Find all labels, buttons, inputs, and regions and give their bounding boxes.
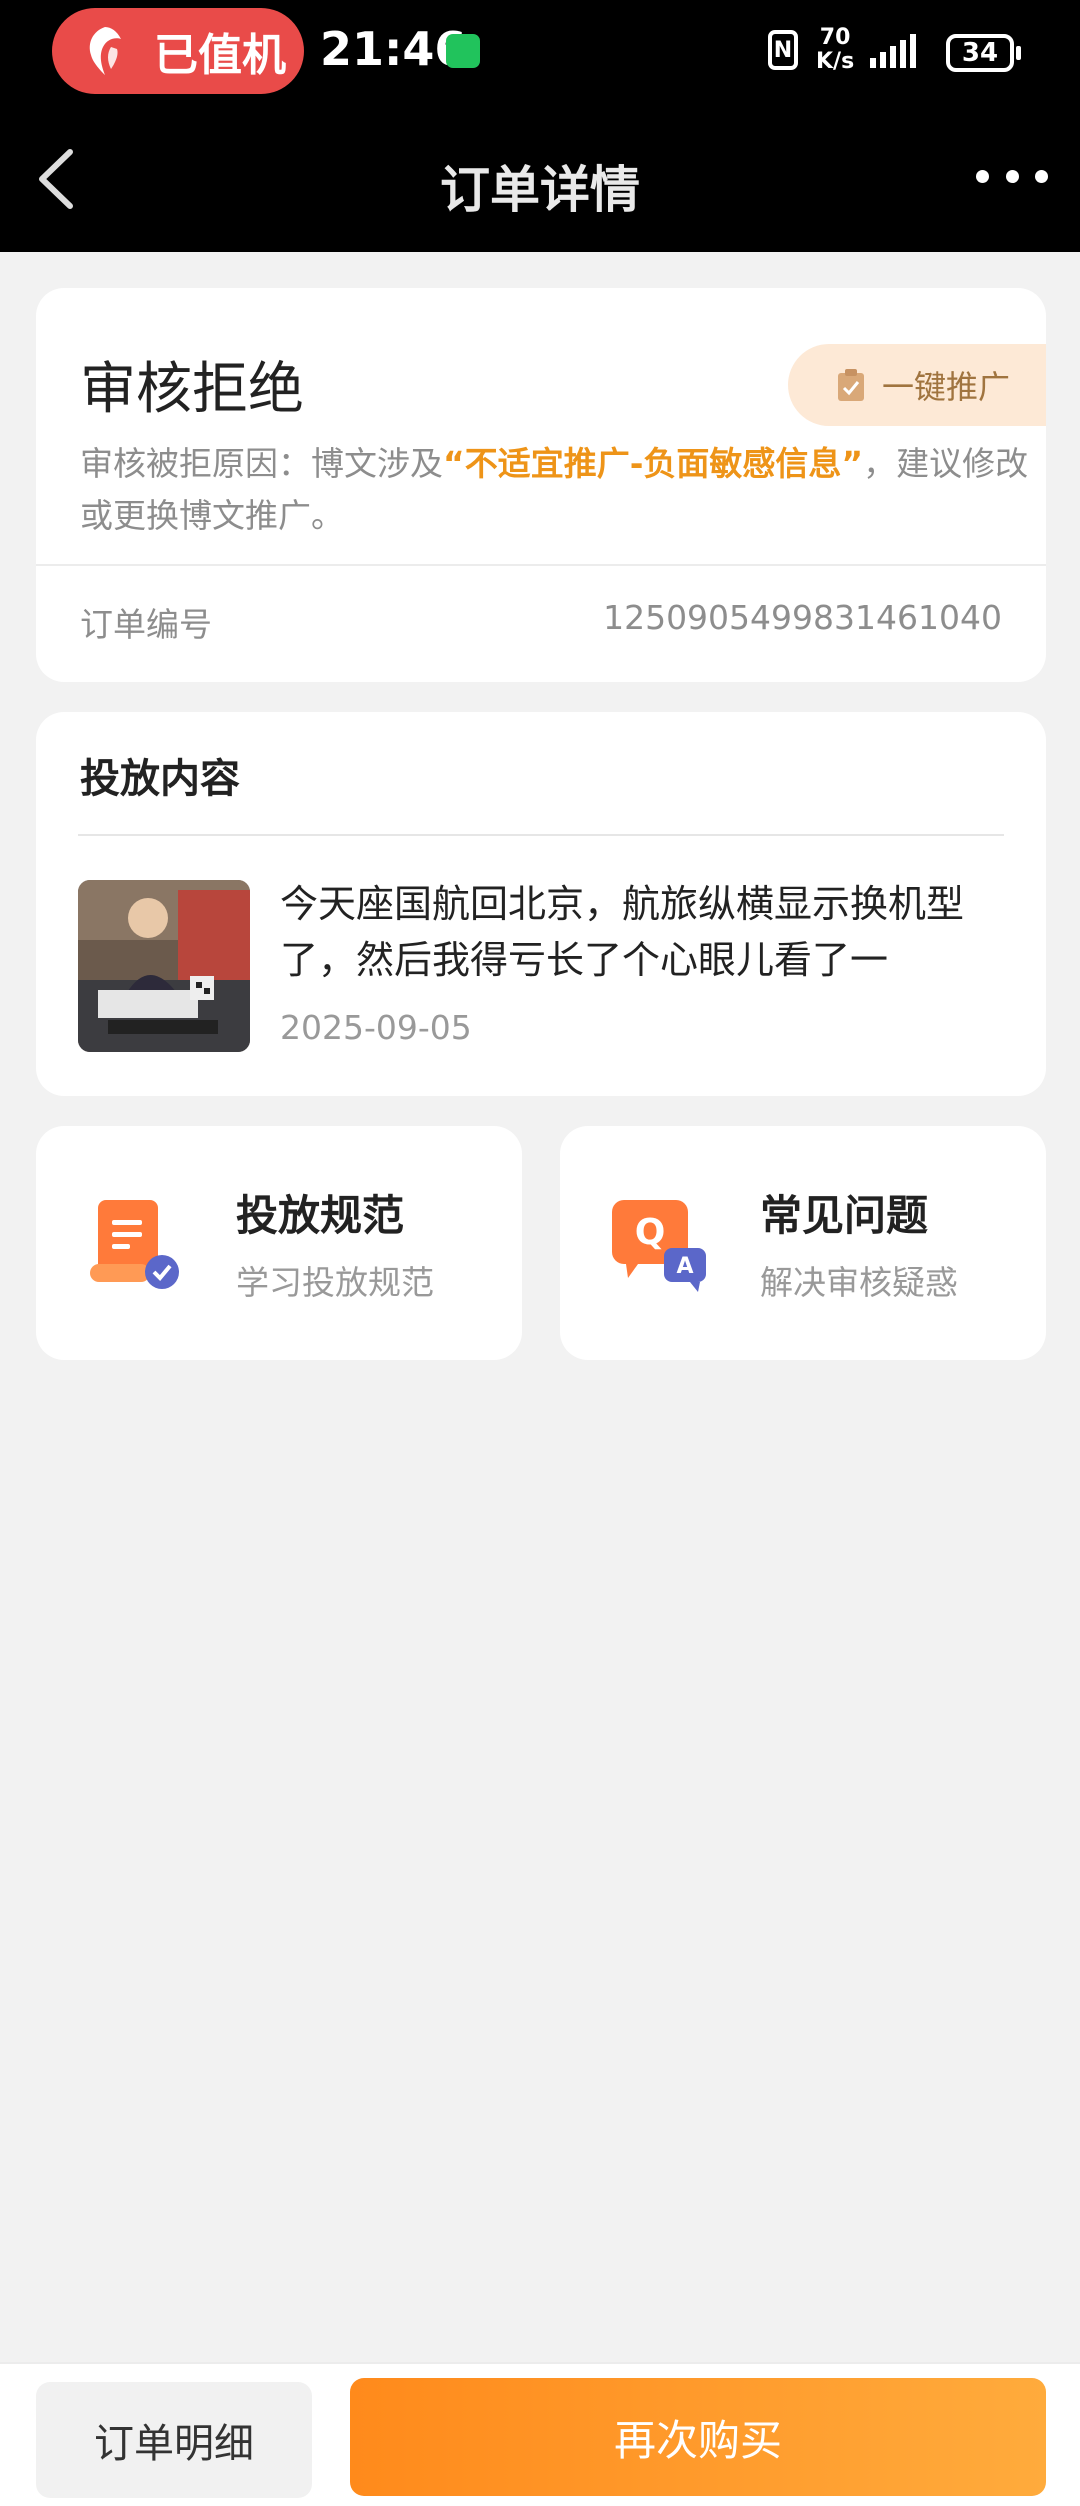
bottom-action-bar: 订单明细 再次购买 xyxy=(0,2362,1080,2506)
post-text[interactable]: 今天座国航回北京，航旅纵横显示换机型了，然后我得亏长了个心眼儿看了一 xyxy=(280,876,1010,988)
reason-prefix: 审核被拒原因：博文涉及 xyxy=(80,444,443,483)
promote-label: 一键推广 xyxy=(882,368,1011,406)
divider xyxy=(36,564,1046,566)
status-title: 审核拒绝 xyxy=(80,357,304,422)
wechat-icon xyxy=(446,34,480,68)
battery-icon: 34 xyxy=(946,34,1014,72)
airline-checkin-pill[interactable]: 已值机 xyxy=(52,8,304,94)
divider xyxy=(78,834,1004,836)
faq-subtitle: 解决审核疑惑 xyxy=(760,1263,958,1302)
airline-logo-icon xyxy=(70,16,140,86)
qa-bubble-icon: Q A xyxy=(612,1200,706,1292)
clock: 21:46 xyxy=(320,22,467,76)
clipboard-check-icon xyxy=(838,369,864,401)
buy-again-button[interactable]: 再次购买 xyxy=(350,2378,1046,2496)
reason-highlight: “不适宜推广-负面敏感信息” xyxy=(443,444,864,483)
faq-card[interactable]: Q A 常见问题 解决审核疑惑 xyxy=(560,1126,1046,1360)
guidelines-card[interactable]: 投放规范 学习投放规范 xyxy=(36,1126,522,1360)
svg-text:Q: Q xyxy=(635,1212,666,1253)
airline-label: 已值机 xyxy=(154,30,286,81)
post-thumbnail[interactable] xyxy=(78,880,250,1052)
post-date: 2025-09-05 xyxy=(280,1008,472,1047)
order-status-card: 审核拒绝 一键推广 审核被拒原因：博文涉及“不适宜推广-负面敏感信息”，建议修改… xyxy=(36,288,1046,682)
nfc-icon: N xyxy=(768,30,798,70)
document-check-icon xyxy=(90,1200,179,1289)
network-speed: 70 K/s xyxy=(816,26,854,74)
guidelines-title: 投放规范 xyxy=(236,1191,405,1240)
status-bar: 已值机 21:46 N 70 K/s 34 xyxy=(0,0,1080,104)
page-title: 订单详情 xyxy=(440,161,640,219)
rejection-reason: 审核被拒原因：博文涉及“不适宜推广-负面敏感信息”，建议修改或更换博文推广。 xyxy=(80,438,1040,542)
more-options-icon[interactable] xyxy=(976,168,1048,184)
campaign-content-card: 投放内容 今天座国航回北京，航旅纵横显示换机型了，然后我得亏长了个心眼儿看了一 … xyxy=(36,712,1046,1096)
battery-tip xyxy=(1016,46,1021,60)
guidelines-subtitle: 学习投放规范 xyxy=(236,1263,434,1302)
nav-bar: 订单详情 xyxy=(0,104,1080,252)
order-number[interactable]: 1250905499831461040 xyxy=(603,598,1002,637)
network-speed-unit: K/s xyxy=(816,49,855,74)
faq-title: 常见问题 xyxy=(760,1191,929,1240)
network-speed-value: 70 xyxy=(819,25,851,50)
svg-text:A: A xyxy=(676,1254,693,1279)
order-number-label: 订单编号 xyxy=(80,605,212,644)
one-click-promote-button[interactable]: 一键推广 xyxy=(788,344,1046,426)
section-title: 投放内容 xyxy=(80,756,240,802)
order-detail-button[interactable]: 订单明细 xyxy=(36,2382,312,2498)
